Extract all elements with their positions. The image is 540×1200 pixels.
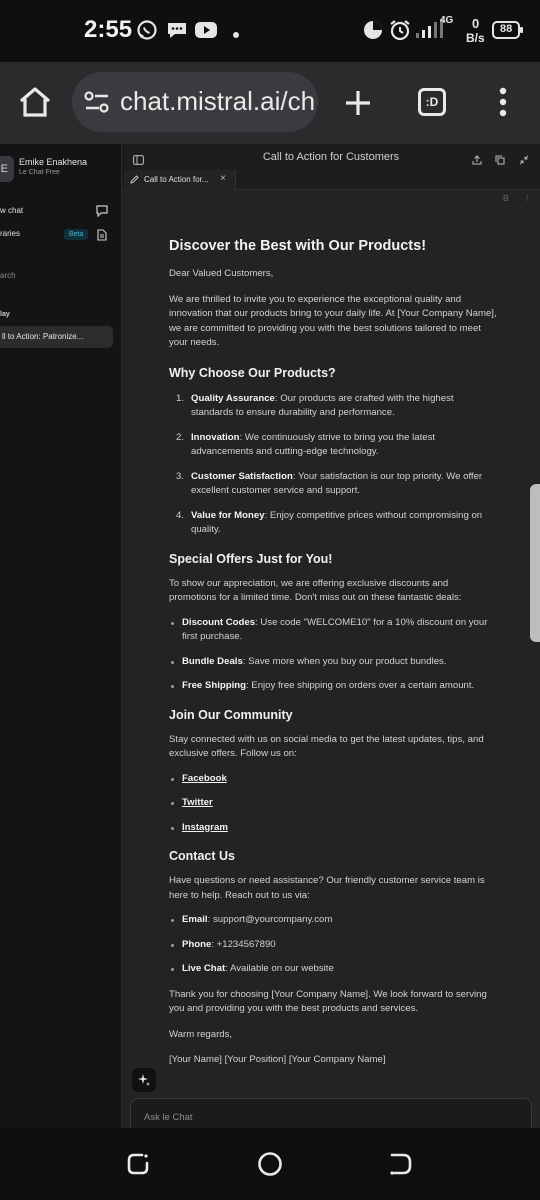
list-item: 4. Value for Money: Enjoy competitive pri… bbox=[176, 509, 483, 536]
list-item: 2. Innovation: We continuously strive to … bbox=[176, 431, 436, 458]
network-type: 4G bbox=[440, 15, 454, 26]
more-options-icon[interactable] bbox=[498, 87, 508, 122]
document-panel: Call to Action for Customers Call to Act… bbox=[122, 144, 540, 1128]
user-name: Emike Enakhena bbox=[19, 157, 88, 167]
search-chats-input[interactable]: arch bbox=[0, 271, 16, 280]
close-tab-icon[interactable]: × bbox=[220, 173, 226, 184]
home-icon[interactable] bbox=[18, 86, 52, 123]
chat-sidebar: E Emike Enakhena Le Chat Free w chat rar… bbox=[0, 144, 122, 1128]
speed-unit: B/s bbox=[466, 31, 485, 45]
sparkle-icon bbox=[138, 1074, 150, 1086]
italic-icon[interactable]: I bbox=[526, 194, 528, 203]
edit-icon bbox=[130, 175, 139, 186]
whatsapp-icon bbox=[136, 19, 158, 46]
list-item: Live Chat: Available on our website bbox=[171, 962, 497, 977]
beta-badge: Beta bbox=[64, 229, 89, 240]
user-plan: Le Chat Free bbox=[19, 169, 60, 176]
offers-intro: To show our appreciation, we are offerin… bbox=[169, 577, 462, 604]
copy-icon[interactable] bbox=[495, 152, 505, 170]
recents-icon[interactable] bbox=[126, 1152, 150, 1181]
document-content: Discover the Best with Our Products! Dea… bbox=[169, 236, 497, 1068]
tab-label: Call to Action for... bbox=[144, 175, 209, 184]
new-chat-icon[interactable] bbox=[96, 204, 108, 222]
list-item: 3. Customer Satisfaction: Your satisfacti… bbox=[176, 470, 483, 497]
tab-document[interactable]: Call to Action for... × bbox=[124, 170, 236, 190]
share-icon[interactable] bbox=[472, 152, 482, 170]
notification-dot-icon bbox=[232, 26, 240, 44]
sparkle-button[interactable] bbox=[132, 1068, 156, 1092]
site-settings-icon[interactable] bbox=[84, 90, 110, 119]
list-item: Twitter bbox=[171, 796, 497, 811]
home-nav-icon[interactable] bbox=[257, 1151, 283, 1182]
document-icon[interactable] bbox=[97, 228, 107, 246]
twitter-link[interactable]: Twitter bbox=[182, 797, 213, 808]
instagram-link[interactable]: Instagram bbox=[182, 822, 228, 833]
clock: 2:55 bbox=[84, 16, 133, 43]
list-item: Instagram bbox=[171, 821, 497, 836]
back-nav-icon[interactable] bbox=[388, 1152, 414, 1181]
bold-icon[interactable]: B bbox=[503, 194, 509, 203]
contact-heading: Contact Us bbox=[169, 849, 235, 863]
list-item: Email: support@yourcompany.com bbox=[171, 913, 497, 928]
alarm-icon bbox=[388, 18, 412, 47]
facebook-link[interactable]: Facebook bbox=[182, 773, 227, 784]
address-bar[interactable]: chat.mistral.ai/ch bbox=[72, 72, 318, 132]
community-heading: Join Our Community bbox=[169, 707, 293, 722]
url-text[interactable]: chat.mistral.ai/ch bbox=[120, 86, 315, 117]
speed-value: 0 bbox=[472, 16, 480, 31]
list-item: Bundle Deals: Save more when you buy our… bbox=[171, 655, 497, 670]
doc-title: Discover the Best with Our Products! bbox=[169, 238, 427, 254]
panel-header: Call to Action for Customers bbox=[122, 144, 540, 170]
chat-input-placeholder: Ask le Chat bbox=[144, 1112, 193, 1123]
doc-signature: [Your Name] [Your Position] [Your Compan… bbox=[169, 1054, 386, 1065]
doc-regards: Warm regards, bbox=[169, 1028, 233, 1040]
list-item: Facebook bbox=[171, 772, 497, 787]
scrollbar-thumb[interactable] bbox=[530, 484, 540, 642]
avatar[interactable]: E bbox=[0, 156, 14, 182]
sidebar-chat-item-active[interactable]: ll to Action: Patronize... bbox=[0, 326, 113, 348]
youtube-icon bbox=[194, 20, 218, 45]
list-item: Phone: +1234567890 bbox=[171, 938, 497, 953]
browser-toolbar: chat.mistral.ai/ch :D bbox=[0, 62, 540, 144]
tab-switcher-button[interactable]: :D bbox=[418, 88, 446, 116]
list-item: Free Shipping: Enjoy free shipping on or… bbox=[171, 679, 497, 694]
doc-intro: We are thrilled to invite you to experie… bbox=[169, 293, 497, 349]
battery-level: 88 bbox=[500, 23, 513, 35]
list-item: Discount Codes: Use code "WELCOME10" for… bbox=[171, 616, 497, 645]
collapse-icon[interactable] bbox=[519, 152, 529, 170]
system-navigation-bar bbox=[0, 1128, 540, 1200]
offers-heading: Special Offers Just for You! bbox=[169, 551, 333, 566]
status-bar: 2:55 4G 0 B/s 88 bbox=[0, 0, 540, 62]
data-saver-icon bbox=[362, 19, 384, 46]
community-intro: Stay connected with us on social media t… bbox=[169, 733, 484, 760]
libraries-link[interactable]: raries bbox=[0, 229, 20, 238]
contact-intro: Have questions or need assistance? Our f… bbox=[169, 875, 485, 901]
new-chat-link[interactable]: w chat bbox=[0, 206, 23, 215]
chat-bubble-icon bbox=[166, 20, 188, 45]
doc-thanks: Thank you for choosing [Your Company Nam… bbox=[169, 988, 487, 1015]
chat-input[interactable]: Ask le Chat bbox=[130, 1098, 532, 1128]
doc-greeting: Dear Valued Customers, bbox=[169, 268, 274, 279]
new-tab-icon[interactable] bbox=[344, 89, 372, 122]
section-today: lay bbox=[0, 311, 10, 318]
list-item: 1. Quality Assurance: Our products are cr… bbox=[176, 392, 454, 419]
why-heading: Why Choose Our Products? bbox=[169, 365, 336, 380]
